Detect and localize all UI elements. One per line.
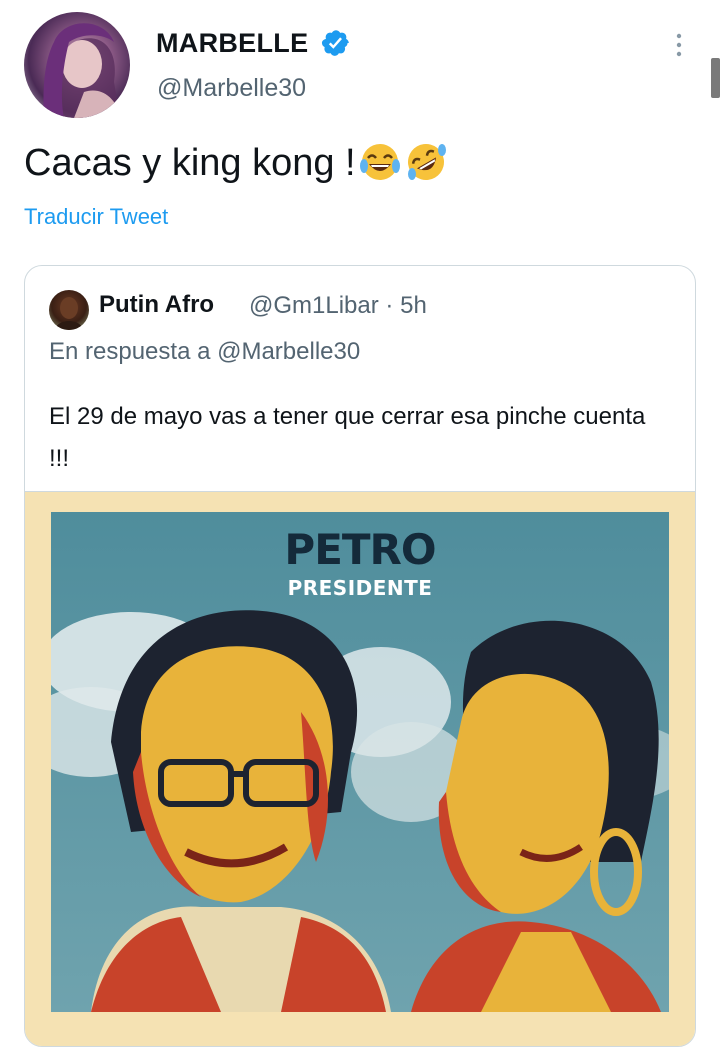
verified-badge-icon (321, 28, 351, 58)
quoted-media[interactable]: PETRO PRESIDENTE (25, 491, 695, 1046)
quoted-display-name[interactable]: Putin Afro (99, 291, 214, 319)
poster-subtitle: PRESIDENTE (287, 576, 433, 600)
quoted-timestamp[interactable]: 5h (400, 292, 427, 319)
profile-avatar[interactable] (24, 12, 130, 118)
reply-context: En respuesta a @Marbelle30 (49, 338, 361, 365)
translate-tweet-link[interactable]: Traducir Tweet (24, 204, 168, 230)
meta-separator: · (385, 292, 394, 319)
quoted-meta: @Gm1Libar · 5h (249, 292, 427, 320)
rolling-on-the-floor-laughing-icon (404, 140, 448, 184)
quoted-tweet-card[interactable]: Putin Afro @Gm1Libar · 5h En respuesta a… (24, 265, 696, 1047)
display-name[interactable]: MARBELLE (156, 28, 308, 59)
face-with-tears-of-joy-icon (358, 140, 402, 184)
scrollbar[interactable] (711, 58, 720, 98)
campaign-poster-image: PETRO PRESIDENTE (25, 512, 691, 1012)
more-vertical-icon[interactable] (667, 30, 691, 60)
poster-branding: PETRO PRESIDENTE (51, 526, 669, 602)
quoted-handle[interactable]: @Gm1Libar (249, 292, 379, 319)
quoted-tweet-text: El 29 de mayo vas a tener que cerrar esa… (49, 403, 646, 472)
tweet-text: Cacas y king kong ! (24, 140, 448, 186)
user-handle[interactable]: @Marbelle30 (157, 74, 306, 103)
quoted-user-avatar[interactable] (49, 290, 89, 330)
tweet-text-content: Cacas y king kong ! (24, 142, 356, 184)
poster-logo-text: PETRO (284, 525, 436, 574)
